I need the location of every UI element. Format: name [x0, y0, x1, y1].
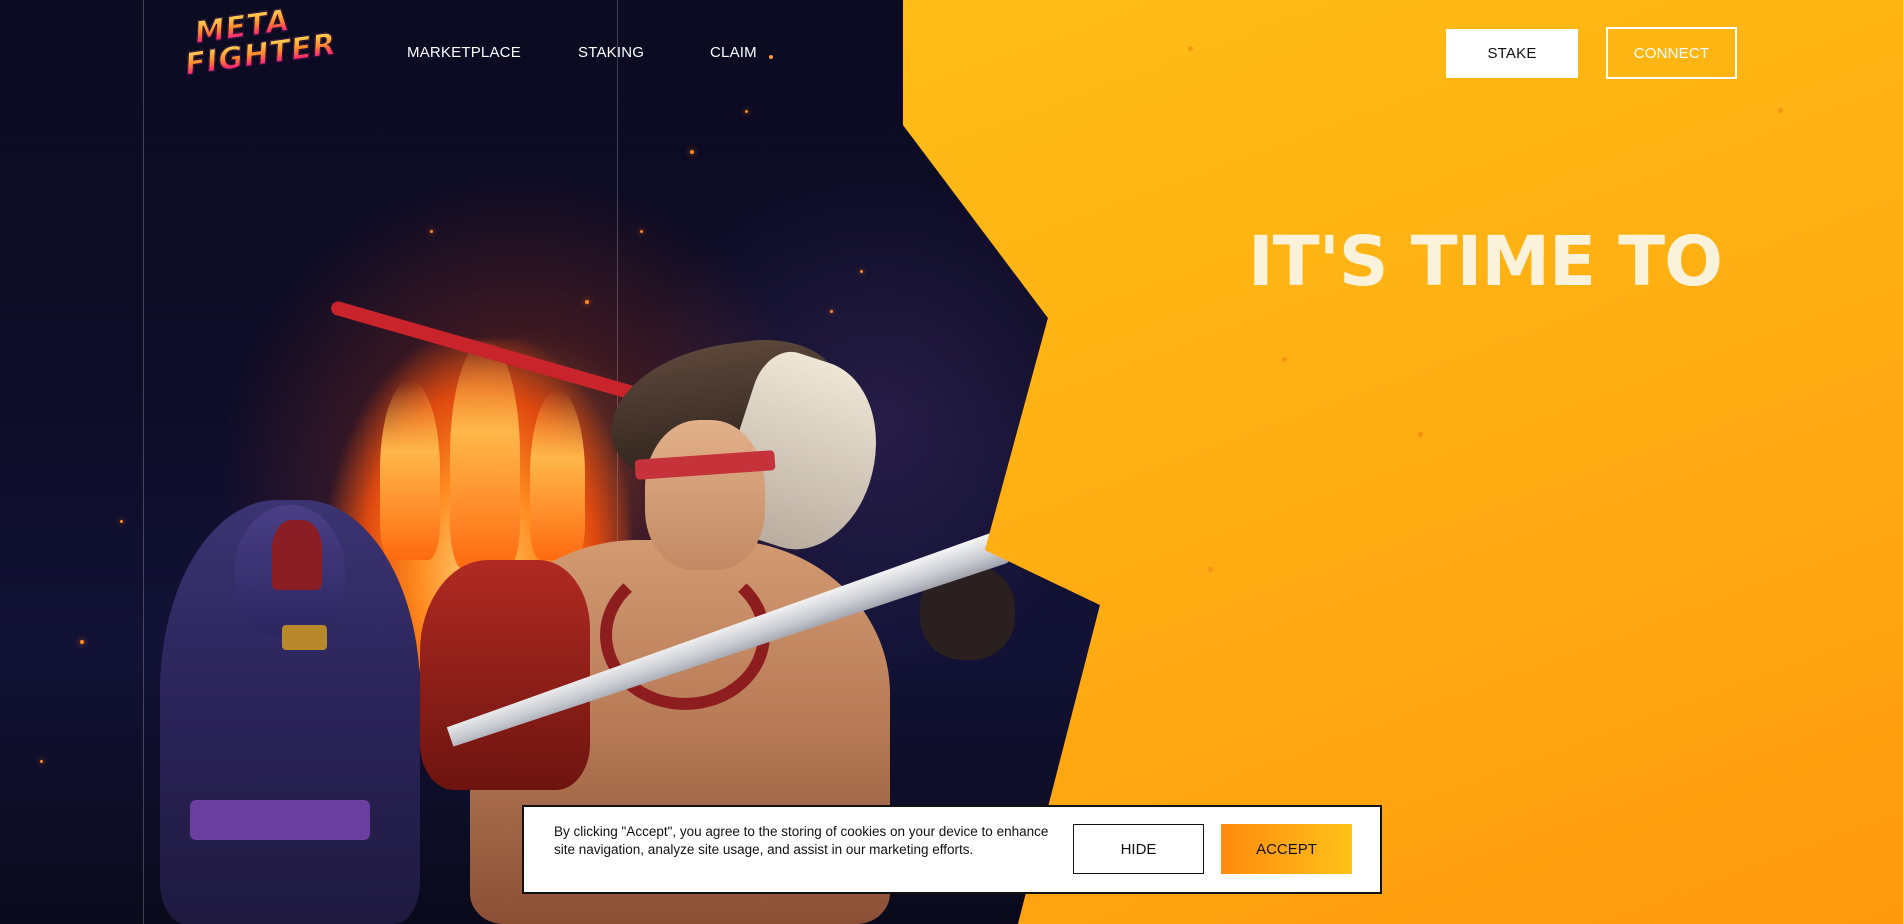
ember — [640, 230, 643, 233]
ember — [860, 270, 863, 273]
cookie-consent-text: By clicking "Accept", you agree to the s… — [554, 824, 1049, 857]
panel-speck — [1282, 357, 1287, 362]
connect-wallet-button[interactable]: CONNECT — [1606, 27, 1737, 79]
ember — [585, 300, 589, 304]
cookie-hide-button[interactable]: HIDE — [1073, 824, 1204, 874]
panel-speck — [1778, 108, 1783, 113]
ember — [830, 310, 833, 313]
flame — [530, 390, 585, 560]
page: META FIGHTER MARKETPLACE STAKING CLAIM S… — [0, 0, 1903, 924]
ember — [120, 520, 123, 523]
flame — [380, 380, 440, 560]
nav-indicator-dot — [769, 55, 773, 59]
ninja-cap — [272, 520, 322, 590]
cookie-accept-button[interactable]: ACCEPT — [1221, 824, 1352, 874]
cookie-banner: By clicking "Accept", you agree to the s… — [522, 805, 1382, 894]
nav-item-claim[interactable]: CLAIM — [710, 44, 757, 61]
samurai-armor — [420, 560, 590, 790]
nav-item-marketplace[interactable]: MARKETPLACE — [407, 44, 521, 61]
ember — [40, 760, 43, 763]
flame — [450, 340, 520, 570]
stake-button[interactable]: STAKE — [1446, 29, 1578, 78]
hero-headline: IT'S TIME TO — [1248, 222, 1723, 302]
panel-speck — [1188, 46, 1193, 51]
ninja-mask — [282, 625, 327, 650]
samurai-head — [645, 420, 765, 570]
panel-speck — [1418, 432, 1423, 437]
ember — [690, 150, 694, 154]
ember — [430, 230, 433, 233]
ninja-sash — [190, 800, 370, 840]
panel-speck — [1208, 567, 1213, 572]
ember — [745, 110, 748, 113]
nav-item-staking[interactable]: STAKING — [578, 44, 644, 61]
ember — [80, 640, 84, 644]
decorative-line — [143, 0, 144, 924]
